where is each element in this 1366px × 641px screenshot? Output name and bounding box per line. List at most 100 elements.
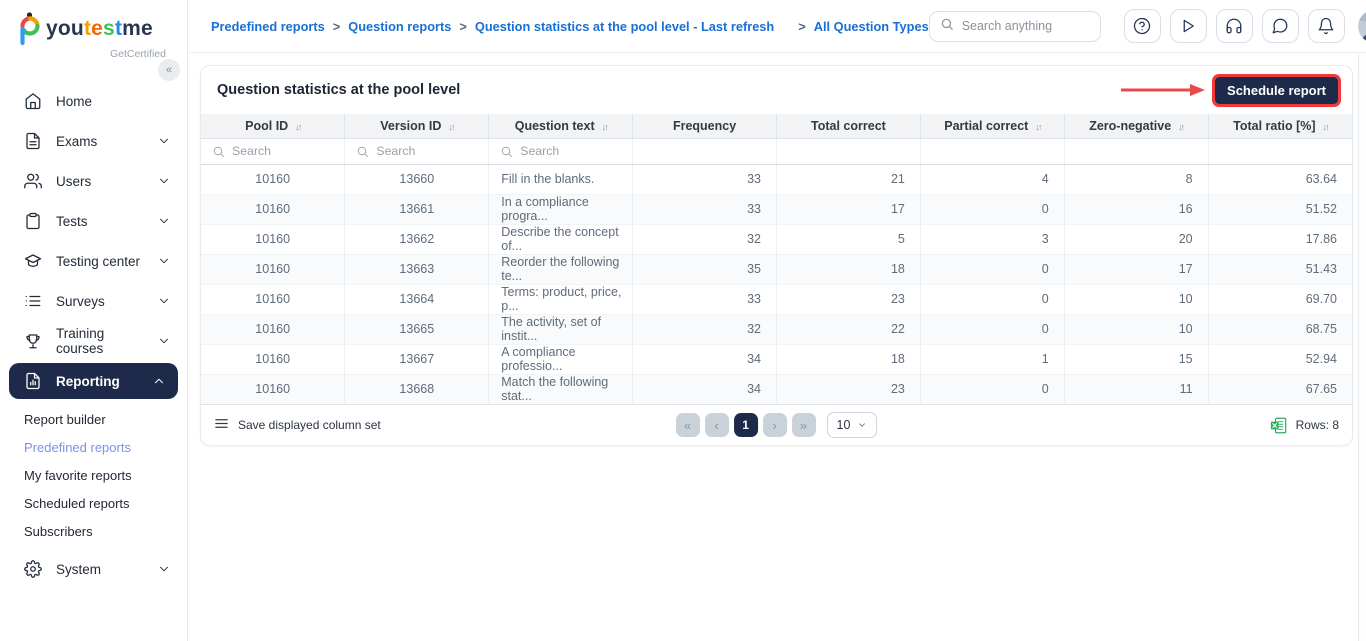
- scrollbar-track[interactable]: [1358, 54, 1366, 641]
- logo-letter: m: [122, 17, 141, 40]
- app: youtestme GetCertified « HomeExamsUsersT…: [0, 0, 1366, 641]
- cell-question-text: Fill in the blanks.: [489, 164, 633, 194]
- column-filter-question-text: [489, 138, 633, 164]
- chevron-down-icon: [157, 134, 171, 148]
- sidebar-item-surveys[interactable]: Surveys: [0, 281, 187, 321]
- column-filter-input[interactable]: [376, 144, 475, 158]
- sidebar-subitem-predefined-reports[interactable]: Predefined reports: [0, 433, 187, 461]
- sidebar-item-testing-center[interactable]: Testing center: [0, 241, 187, 281]
- cell-frequency: 35: [633, 254, 777, 284]
- save-column-set-button[interactable]: Save displayed column set: [214, 416, 381, 434]
- sidebar-subitem-scheduled-reports[interactable]: Scheduled reports: [0, 489, 187, 517]
- cell-pool-id: 10160: [201, 224, 345, 254]
- column-header-label: Version ID: [380, 119, 441, 133]
- home-icon: [24, 92, 42, 110]
- cell-total-correct: 23: [777, 374, 921, 404]
- sidebar-item-users[interactable]: Users: [0, 161, 187, 201]
- cell-version-id: 13660: [345, 164, 489, 194]
- column-header-frequency[interactable]: Frequency: [633, 114, 777, 138]
- sidebar-item-home[interactable]: Home: [0, 81, 187, 121]
- user-menu-button[interactable]: [1358, 10, 1366, 43]
- breadcrumb-link[interactable]: All Question Types: [814, 19, 929, 34]
- page-size-select[interactable]: 10: [827, 412, 878, 438]
- cell-total-ratio: 51.52: [1208, 194, 1352, 224]
- table-row: 1016013665The activity, set of instit...…: [201, 314, 1352, 344]
- column-header-label: Frequency: [673, 119, 736, 133]
- column-header-pool-id[interactable]: Pool ID↓↑: [201, 114, 345, 138]
- column-header-zero-negative[interactable]: Zero-negative↓↑: [1064, 114, 1208, 138]
- breadcrumb-link[interactable]: Predefined reports: [211, 19, 325, 34]
- sidebar-subitem-subscribers[interactable]: Subscribers: [0, 517, 187, 545]
- sort-icon: ↓↑: [448, 122, 453, 132]
- column-header-total-ratio[interactable]: Total ratio [%]↓↑: [1208, 114, 1352, 138]
- cell-pool-id: 10160: [201, 374, 345, 404]
- search-input[interactable]: [962, 19, 1072, 33]
- system-icon: [24, 560, 42, 578]
- column-filter: [489, 144, 632, 158]
- search-icon: [212, 145, 225, 158]
- cell-total-ratio: 52.94: [1208, 344, 1352, 374]
- sidebar-item-training-courses[interactable]: Training courses: [0, 321, 187, 361]
- play-button[interactable]: [1170, 9, 1207, 43]
- cell-pool-id: 10160: [201, 254, 345, 284]
- column-filter-input[interactable]: [232, 144, 331, 158]
- cell-version-id: 13663: [345, 254, 489, 284]
- sidebar-item-label: Home: [56, 94, 92, 109]
- column-header-version-id[interactable]: Version ID ↓↑: [345, 114, 489, 138]
- breadcrumb: Predefined reports > Question reports > Ques…: [211, 19, 929, 34]
- column-filter-partial-correct: [920, 138, 1064, 164]
- breadcrumb-link[interactable]: Question reports: [348, 19, 451, 34]
- headphones-button[interactable]: [1216, 9, 1253, 43]
- sidebar-item-exams[interactable]: Exams: [0, 121, 187, 161]
- bell-icon: [1317, 17, 1335, 35]
- breadcrumb-separator: >: [333, 19, 340, 34]
- testing-center-icon: [24, 252, 42, 270]
- sidebar-item-label: Users: [56, 174, 91, 189]
- cell-version-id: 13662: [345, 224, 489, 254]
- cell-partial-correct: 0: [920, 284, 1064, 314]
- first-page-button[interactable]: «: [676, 413, 700, 437]
- column-header-total-correct[interactable]: Total correct: [777, 114, 921, 138]
- sidebar-item-system[interactable]: System: [0, 549, 187, 589]
- help-button[interactable]: [1124, 9, 1161, 43]
- topbar: Predefined reports > Question reports > Ques…: [189, 0, 1366, 53]
- chat-button[interactable]: [1262, 9, 1299, 43]
- column-header-question-text[interactable]: Question text↓↑: [489, 114, 633, 138]
- sidebar-subitem-report-builder[interactable]: Report builder: [0, 405, 187, 433]
- save-column-set-label: Save displayed column set: [238, 418, 381, 432]
- last-page-button[interactable]: »: [792, 413, 816, 437]
- logo-letter: u: [71, 17, 84, 40]
- sidebar-subitem-my-favorite-reports[interactable]: My favorite reports: [0, 461, 187, 489]
- breadcrumb-separator: >: [798, 19, 805, 34]
- training-courses-icon: [24, 332, 42, 350]
- breadcrumb-link[interactable]: Question statistics at the pool level - …: [475, 19, 774, 34]
- current-page-button[interactable]: 1: [734, 413, 758, 437]
- column-filter: [345, 144, 488, 158]
- cell-total-correct: 22: [777, 314, 921, 344]
- next-page-button[interactable]: ›: [763, 413, 787, 437]
- column-filter-input[interactable]: [520, 144, 619, 158]
- prev-page-button[interactable]: ‹: [705, 413, 729, 437]
- bell-button[interactable]: [1308, 9, 1345, 43]
- cell-version-id: 13668: [345, 374, 489, 404]
- cell-pool-id: 10160: [201, 314, 345, 344]
- cell-zero-negative: 20: [1064, 224, 1208, 254]
- excel-export-icon[interactable]: [1270, 417, 1287, 434]
- cell-version-id: 13667: [345, 344, 489, 374]
- column-filter-pool-id: [201, 138, 345, 164]
- cell-frequency: 32: [633, 314, 777, 344]
- sidebar-item-tests[interactable]: Tests: [0, 201, 187, 241]
- column-header-label: Partial correct: [944, 119, 1028, 133]
- cell-partial-correct: 1: [920, 344, 1064, 374]
- exams-icon: [24, 132, 42, 150]
- column-header-partial-correct[interactable]: Partial correct ↓↑: [920, 114, 1064, 138]
- sidebar-item-reporting[interactable]: Reporting: [9, 363, 178, 399]
- sidebar-collapse-button[interactable]: «: [158, 59, 180, 81]
- annotation-arrow: [1120, 83, 1206, 97]
- schedule-report-button[interactable]: Schedule report: [1215, 77, 1338, 104]
- chevron-down-icon: [157, 562, 171, 576]
- table-header-row: Pool ID↓↑ Version ID ↓↑ Question text↓↑ Freq…: [201, 114, 1352, 138]
- cell-version-id: 13664: [345, 284, 489, 314]
- cell-pool-id: 10160: [201, 194, 345, 224]
- sort-icon: ↓↑: [1035, 122, 1040, 132]
